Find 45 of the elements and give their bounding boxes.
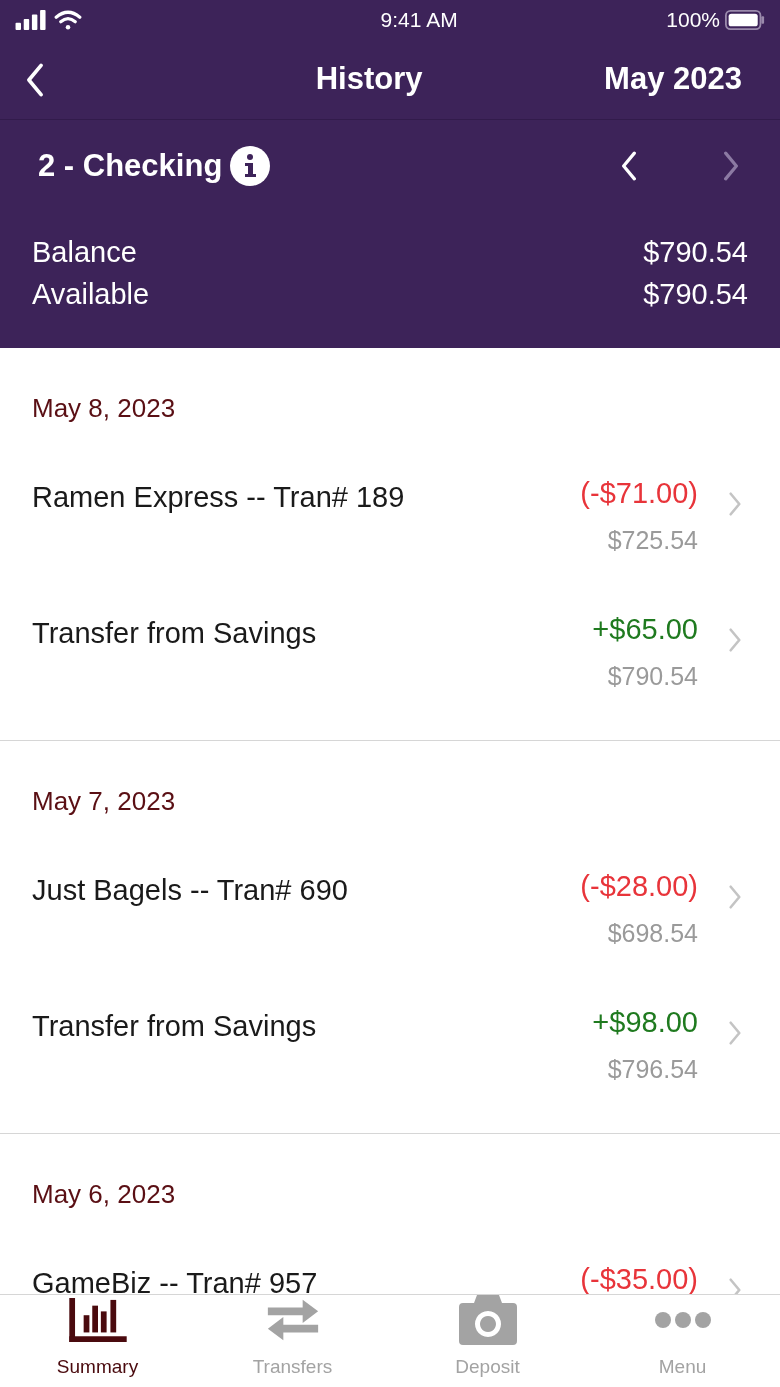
balance-label: Available bbox=[32, 277, 150, 313]
bar-chart-icon bbox=[68, 1297, 127, 1342]
info-icon[interactable] bbox=[230, 146, 271, 186]
balance-value: $790.54 bbox=[643, 277, 748, 313]
chevron-right-icon bbox=[728, 885, 742, 909]
tab-bar-item[interactable]: Summary bbox=[0, 1295, 195, 1387]
battery-icon bbox=[724, 10, 766, 30]
more-icon bbox=[653, 1309, 712, 1330]
transaction-title: GameBiz -- Tran# 957 bbox=[32, 1266, 319, 1294]
chevron-left-icon bbox=[620, 151, 638, 181]
month-label: May 2023 bbox=[604, 60, 742, 99]
transaction-row[interactable]: Ramen Express -- Tran# 189 (-$71.00) $725.54 bbox=[0, 468, 780, 604]
chevron-right-icon bbox=[728, 628, 742, 652]
balance-value: $790.54 bbox=[643, 235, 748, 271]
back-icon bbox=[24, 62, 46, 97]
transaction-title: Ramen Express -- Tran# 189 bbox=[32, 480, 406, 515]
chevron-right-icon bbox=[728, 1021, 742, 1045]
running-balance: $725.54 bbox=[607, 524, 698, 556]
page-title: History bbox=[315, 60, 423, 99]
running-balance: $796.54 bbox=[607, 1053, 698, 1085]
date-header: May 7, 2023 bbox=[32, 784, 176, 818]
transaction-amount: +$98.00 bbox=[592, 1005, 698, 1040]
transaction-title: Transfer from Savings bbox=[32, 616, 318, 651]
transaction-title: Transfer from Savings bbox=[32, 1009, 318, 1044]
running-balance: $790.54 bbox=[607, 660, 698, 692]
transaction-title: Just Bagels -- Tran# 690 bbox=[32, 873, 349, 908]
transaction-row[interactable]: Just Bagels -- Tran# 690 (-$28.00) $698.54 bbox=[0, 861, 780, 997]
date-header: May 8, 2023 bbox=[32, 391, 176, 425]
account-name: 2 - Checking bbox=[38, 146, 223, 185]
status-time: 9:41 AM bbox=[380, 7, 458, 34]
running-balance: $698.54 bbox=[607, 917, 698, 949]
camera-icon bbox=[458, 1294, 517, 1345]
signal-icon bbox=[14, 10, 48, 30]
balance-label: Balance bbox=[32, 235, 137, 271]
chevron-right-icon bbox=[728, 492, 742, 516]
transaction-amount: (-$28.00) bbox=[580, 869, 698, 904]
transaction-amount: +$65.00 bbox=[592, 612, 698, 647]
battery-percent: 100% bbox=[666, 7, 720, 34]
wifi-icon bbox=[54, 10, 82, 30]
previous-account-button[interactable] bbox=[620, 151, 638, 181]
transaction-row[interactable]: Transfer from Savings +$98.00 $796.54 bbox=[0, 997, 780, 1133]
chevron-right-icon bbox=[722, 151, 740, 181]
date-header: May 6, 2023 bbox=[32, 1177, 176, 1211]
transaction-amount: (-$71.00) bbox=[580, 476, 698, 511]
transaction-row[interactable]: Transfer from Savings +$65.00 $790.54 bbox=[0, 604, 780, 740]
